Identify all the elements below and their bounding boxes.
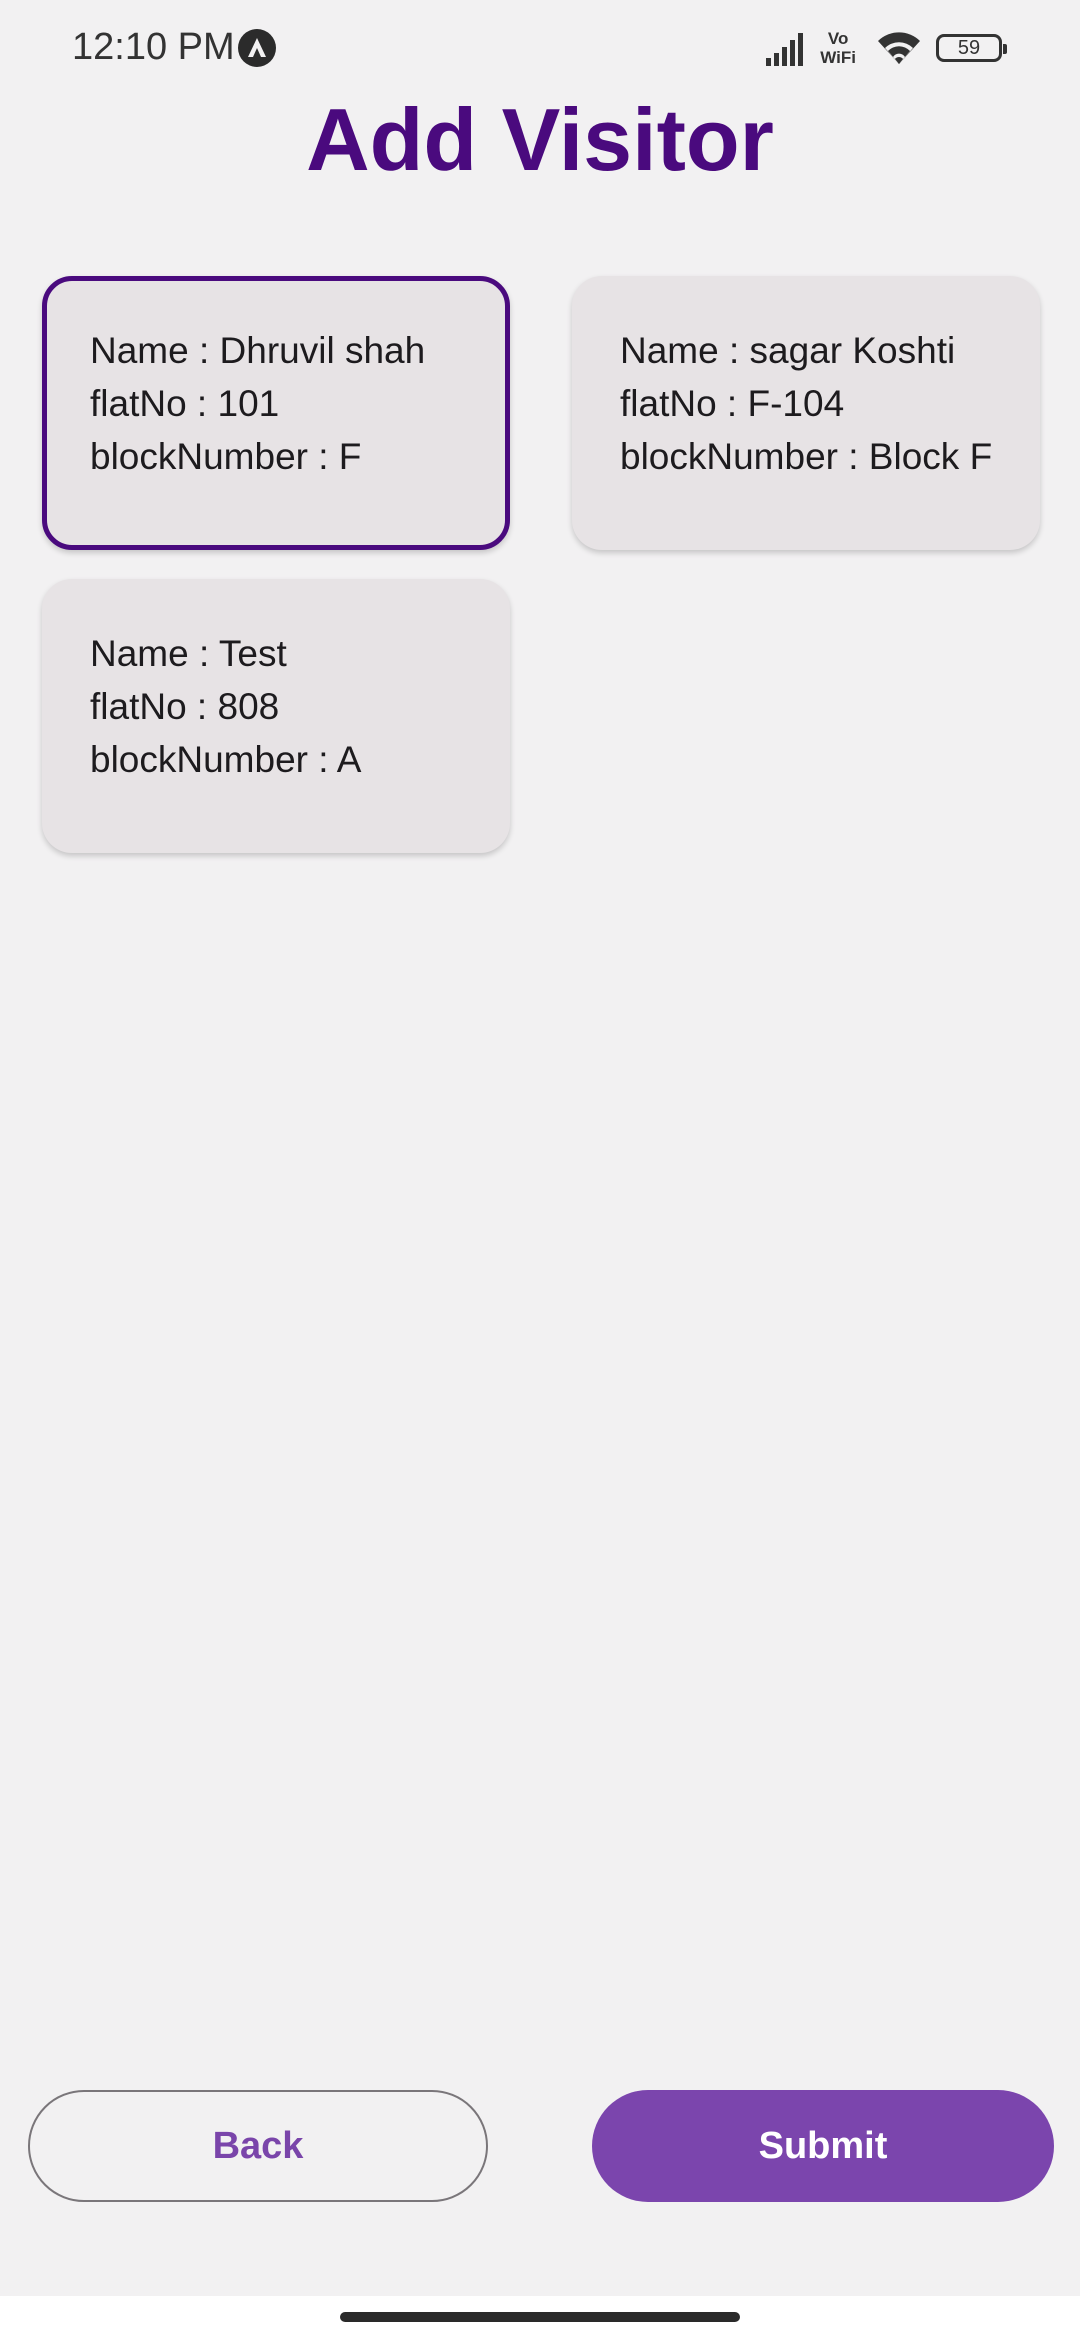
- battery-icon: 59: [936, 34, 1007, 62]
- card-name: Name : Dhruvil shah: [90, 330, 426, 371]
- status-time: 12:10 PM: [72, 26, 235, 68]
- card-name: Name : Test: [90, 633, 287, 674]
- visitor-card-test[interactable]: Name : Test flatNo : 808 blockNumber : A: [42, 579, 510, 853]
- wifi-icon: [878, 32, 920, 64]
- submit-button[interactable]: Submit: [592, 2090, 1054, 2202]
- page-title: Add Visitor: [306, 90, 774, 189]
- visitor-card-dhruvil-shah[interactable]: Name : Dhruvil shah flatNo : 101 blockNu…: [42, 276, 510, 550]
- back-button[interactable]: Back: [28, 2090, 488, 2202]
- card-name: Name : sagar Koshti: [620, 330, 956, 371]
- status-indicators: Vo WiFi 59: [764, 22, 1007, 74]
- app-notification-icon: [238, 29, 276, 67]
- card-block-number: blockNumber : A: [90, 739, 362, 780]
- vowifi-top-label: Vo: [827, 29, 849, 48]
- card-flat-no: flatNo : 808: [90, 686, 280, 727]
- card-flat-no: flatNo : 101: [90, 383, 280, 424]
- battery-level: 59: [957, 36, 981, 59]
- status-bar: 12:10 PM Vo WiFi 59: [0, 0, 1080, 96]
- signal-strength-icon: [766, 33, 804, 66]
- home-indicator[interactable]: [340, 2312, 740, 2322]
- card-block-number: blockNumber : Block F: [620, 436, 993, 477]
- card-block-number: blockNumber : F: [90, 436, 362, 477]
- vowifi-indicator: Vo WiFi: [820, 29, 856, 67]
- visitor-card-sagar-koshti[interactable]: Name : sagar Koshti flatNo : F-104 block…: [572, 276, 1040, 550]
- vowifi-bottom-label: WiFi: [820, 48, 856, 67]
- card-flat-no: flatNo : F-104: [620, 383, 845, 424]
